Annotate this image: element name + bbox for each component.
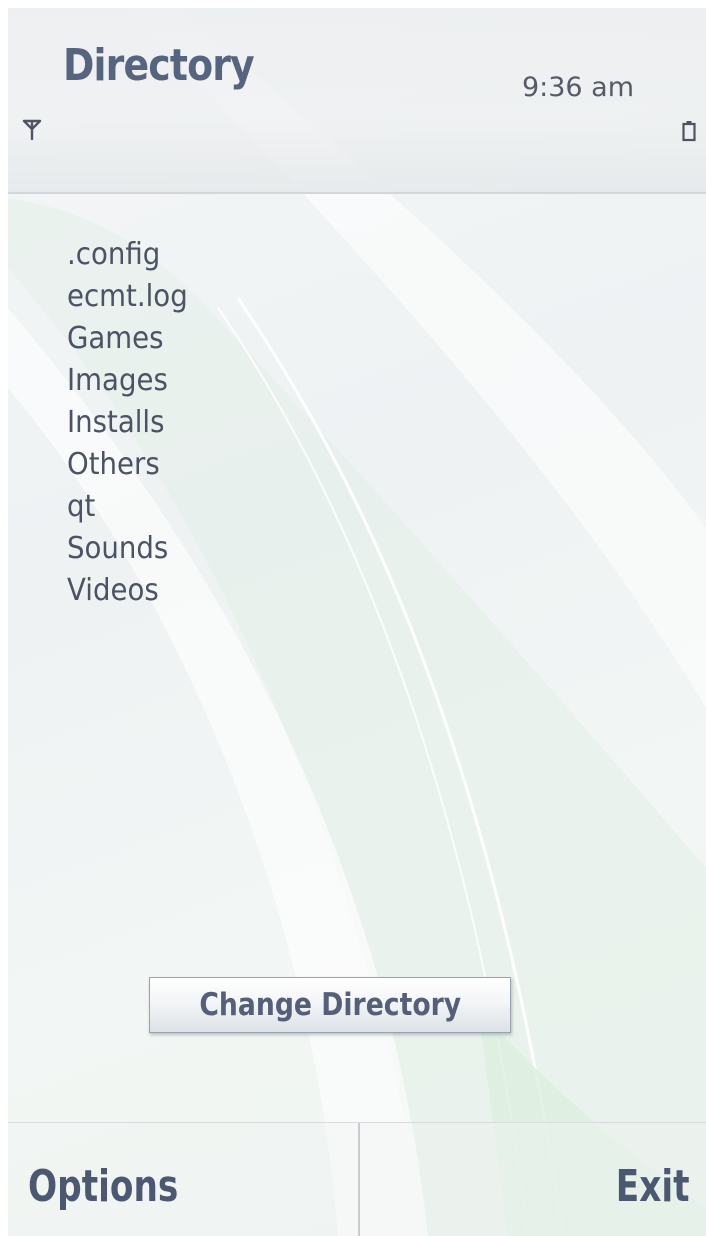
- list-item[interactable]: Installs: [67, 402, 188, 444]
- change-directory-button[interactable]: Change Directory: [149, 977, 511, 1033]
- antenna-signal-icon: [22, 119, 42, 141]
- directory-listing: .config ecmt.log Games Images Installs Others…: [67, 234, 198, 612]
- softkey-divider: [358, 1123, 360, 1236]
- list-item[interactable]: qt: [67, 486, 188, 528]
- status-bar: Directory 9:36 am: [8, 8, 706, 194]
- clock-time: 9:36 am: [521, 72, 634, 103]
- options-softkey[interactable]: Options: [28, 1161, 178, 1212]
- exit-softkey[interactable]: Exit: [616, 1161, 690, 1212]
- list-item[interactable]: Games: [67, 318, 188, 360]
- list-item[interactable]: ecmt.log: [67, 276, 188, 318]
- list-item[interactable]: Images: [67, 360, 188, 402]
- change-directory-label: Change Directory: [199, 987, 461, 1023]
- list-item[interactable]: Others: [67, 444, 188, 486]
- list-item[interactable]: Videos: [67, 570, 188, 612]
- list-item[interactable]: Sounds: [67, 528, 188, 570]
- app-title: Directory: [63, 40, 255, 91]
- list-item[interactable]: .config: [67, 234, 188, 276]
- battery-icon: [682, 121, 696, 142]
- softkey-bar: Options Exit: [8, 1122, 706, 1236]
- phone-screen: Directory 9:36 am .config ecmt.log Games Im…: [8, 8, 706, 1236]
